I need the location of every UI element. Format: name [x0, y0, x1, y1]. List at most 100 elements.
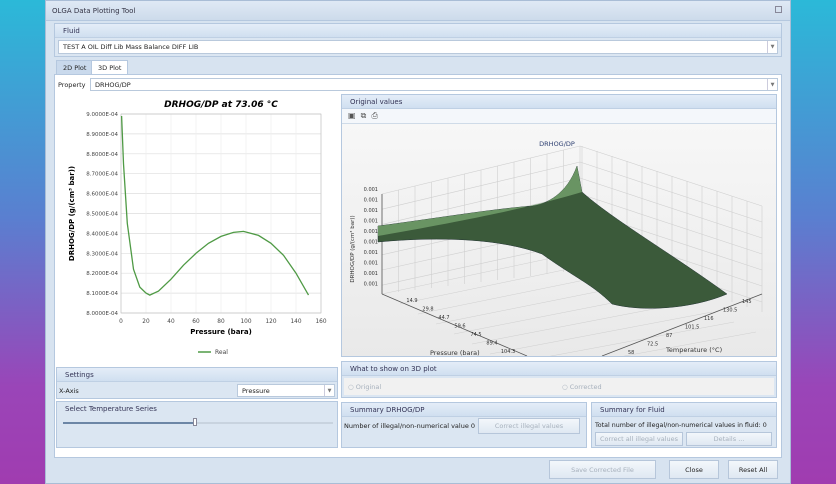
- y-tick-label: 8.5000E-04: [86, 212, 118, 218]
- title-bar: OLGA Data Plotting Tool: [46, 1, 790, 21]
- chart-title: DRHOG/DP at 73.06 °C: [164, 100, 278, 110]
- print-icon[interactable]: ⎙: [371, 111, 377, 120]
- original-values-panel: Original values ▣ ⧉ ⎙ DRHOG/DP 0.001 0.001…: [341, 94, 777, 375]
- fluid-group: Fluid TEST A OIL Diff Lib Mass Balance D…: [54, 23, 782, 57]
- y-tick-label: 8.2000E-04: [86, 271, 118, 277]
- temperature-tick-label: 130.5: [723, 308, 737, 314]
- y-tick-label: 8.0000E-04: [86, 311, 118, 317]
- original-radio[interactable]: ○ Original: [348, 383, 381, 391]
- temperature-tick-label: 87: [666, 333, 672, 339]
- y-tick-label: 8.9000E-04: [86, 132, 118, 138]
- x-tick-label: 0: [119, 319, 123, 325]
- close-button[interactable]: Close: [669, 460, 719, 479]
- temperature-axis-title: Temperature (°C): [665, 346, 722, 354]
- settings-header: Settings: [57, 368, 337, 382]
- fluid-illegal-count-text: Total number of illegal/non-numerical va…: [595, 422, 767, 429]
- z-axis-title: DRHOG/DP (g/(cm³ bar)): [349, 215, 356, 282]
- pressure-axis-title: Pressure (bara): [430, 349, 480, 356]
- pressure-tick-label: 29.8: [422, 307, 433, 313]
- pressure-tick-label: 59.6: [454, 324, 465, 330]
- plot-toolbar: ▣ ⧉ ⎙: [342, 109, 776, 124]
- temperature-series-header: Select Temperature Series: [65, 405, 157, 413]
- z-tick-label: 0.001: [364, 198, 378, 204]
- x-tick-label: 120: [265, 319, 276, 325]
- z-tick-label: 0.001: [364, 219, 378, 225]
- pressure-tick-label: 14.9: [406, 298, 417, 304]
- y-tick-label: 8.8000E-04: [86, 152, 118, 158]
- x-tick-label: 20: [142, 319, 150, 325]
- chevron-down-icon: ▼: [767, 41, 777, 53]
- temperature-tick-label: 101.5: [685, 325, 699, 331]
- temperature-tick-label: 72.5: [647, 342, 658, 348]
- z-tick-label: 0.001: [364, 282, 378, 288]
- x-tick-label: 100: [240, 319, 251, 325]
- grid-line: [579, 145, 763, 207]
- z-tick-label: 0.001: [364, 240, 378, 246]
- x-tick-label: 60: [192, 319, 200, 325]
- y-tick-label: 8.7000E-04: [86, 172, 118, 178]
- fluid-header: Fluid: [55, 24, 781, 38]
- property-label: Property: [58, 81, 86, 89]
- pressure-tick-label: 104.3: [501, 349, 515, 355]
- temperature-tick-label: 145: [742, 299, 752, 305]
- tab-3d-plot[interactable]: 3D Plot: [91, 60, 129, 74]
- temperature-tick-label: 116: [704, 316, 714, 322]
- pressure-tick-label: 44.7: [438, 315, 449, 321]
- show-3d-group: What to show on 3D plot ○ Original ○ Cor…: [341, 361, 777, 398]
- y-axis-title: DRHOG/DP (g/(cm³ bar)): [68, 166, 76, 261]
- tab-2d-plot[interactable]: 2D Plot: [56, 60, 94, 74]
- x-axis-select[interactable]: Pressure ▼: [237, 384, 335, 397]
- x-tick-label: 40: [167, 319, 175, 325]
- z-tick-label: 0.001: [364, 187, 378, 193]
- y-tick-label: 8.4000E-04: [86, 231, 118, 237]
- x-axis-label: X-Axis: [59, 387, 79, 395]
- corrected-radio-label: Corrected: [569, 383, 602, 391]
- main-window: OLGA Data Plotting Tool Fluid TEST A OIL…: [45, 0, 791, 484]
- surface-mesh: [377, 165, 728, 309]
- save-icon[interactable]: ▣: [348, 111, 356, 120]
- correct-all-illegal-values-button[interactable]: Correct all illegal values: [595, 432, 683, 446]
- fluid-select[interactable]: TEST A OIL Diff Lib Mass Balance DIFF LI…: [58, 40, 778, 54]
- legend-label: Real: [215, 349, 228, 356]
- corrected-radio[interactable]: ○ Corrected: [562, 383, 602, 391]
- settings-group: Settings X-Axis Pressure ▼: [56, 367, 338, 399]
- x-tick-label: 80: [217, 319, 225, 325]
- close-icon[interactable]: [775, 6, 782, 13]
- z-tick-label: 0.001: [364, 208, 378, 214]
- save-corrected-file-button[interactable]: Save Corrected File: [549, 460, 656, 479]
- temperature-series-group: Select Temperature Series: [56, 401, 338, 448]
- details-button[interactable]: Details ...: [686, 432, 772, 446]
- x-tick-label: 160: [315, 319, 326, 325]
- reset-all-button[interactable]: Reset All: [728, 460, 778, 479]
- z-tick-label: 0.001: [364, 261, 378, 267]
- summary-fluid-group: Summary for Fluid Total number of illega…: [591, 402, 777, 448]
- z-tick-label: 0.001: [364, 250, 378, 256]
- summary-property-header: Summary DRHOG/DP: [342, 403, 586, 417]
- y-tick-label: 8.1000E-04: [86, 291, 118, 297]
- temperature-slider-thumb[interactable]: [193, 418, 198, 426]
- plot-title: DRHOG/DP: [539, 140, 575, 148]
- property-select[interactable]: DRHOG/DP ▼: [90, 78, 778, 91]
- z-tick-label: 0.001: [364, 229, 378, 235]
- y-tick-label: 8.6000E-04: [86, 192, 118, 198]
- show-3d-header: What to show on 3D plot: [342, 362, 776, 376]
- temperature-slider-fill: [63, 422, 196, 424]
- z-tick-label: 0.001: [364, 271, 378, 277]
- y-tick-label: 9.0000E-04: [86, 112, 118, 118]
- original-values-header: Original values: [342, 95, 776, 109]
- summary-fluid-header: Summary for Fluid: [592, 403, 776, 417]
- y-tick-label: 8.3000E-04: [86, 251, 118, 257]
- pressure-tick-label: 74.5: [470, 332, 481, 338]
- window-title: OLGA Data Plotting Tool: [52, 7, 136, 15]
- correct-illegal-values-button[interactable]: Correct illegal values: [478, 418, 580, 434]
- surface-plot-3d[interactable]: DRHOG/DP 0.001 0.001 0.001 0.001 0.001 0.001 0.…: [342, 124, 776, 375]
- line-chart: DRHOG/DP at 73.06 °C 8.0000E-04 8.1000E-04…: [56, 94, 338, 364]
- original-radio-label: Original: [355, 383, 382, 391]
- fluid-value: TEST A OIL Diff Lib Mass Balance DIFF LI…: [63, 43, 199, 51]
- illegal-count-text: Number of illegal/non-numerical value 0: [344, 422, 476, 430]
- chevron-down-icon: ▼: [324, 385, 334, 396]
- copy-icon[interactable]: ⧉: [361, 111, 367, 120]
- summary-property-group: Summary DRHOG/DP Number of illegal/non-n…: [341, 402, 587, 448]
- temperature-tick-label: 58: [628, 350, 634, 356]
- x-tick-label: 140: [290, 319, 301, 325]
